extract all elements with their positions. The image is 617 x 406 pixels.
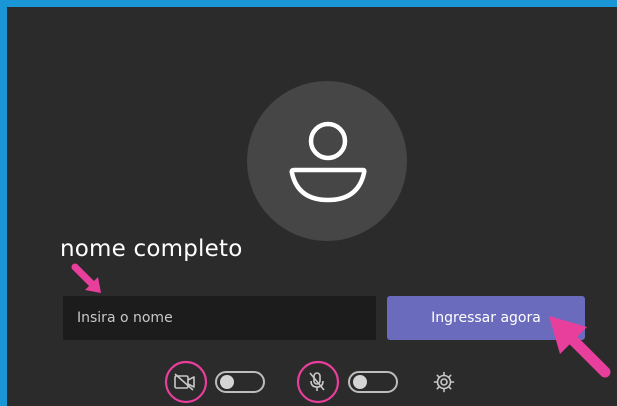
- name-input[interactable]: [63, 296, 376, 340]
- join-now-button[interactable]: Ingressar agora: [387, 296, 585, 340]
- name-field-arrow: [71, 263, 101, 293]
- full-name-annotation: nome completo: [60, 236, 243, 262]
- camera-toggle[interactable]: [215, 371, 265, 393]
- mic-toggle[interactable]: [348, 371, 398, 393]
- pre-join-screen: nome completo Ingressar agora: [7, 7, 617, 406]
- camera-toggle-knob: [220, 375, 234, 389]
- avatar: [247, 81, 407, 241]
- mic-off-icon[interactable]: [305, 370, 329, 398]
- gear-icon[interactable]: [432, 370, 456, 398]
- mic-toggle-knob: [353, 375, 367, 389]
- person-icon: [289, 121, 367, 203]
- camera-off-icon[interactable]: [172, 371, 198, 397]
